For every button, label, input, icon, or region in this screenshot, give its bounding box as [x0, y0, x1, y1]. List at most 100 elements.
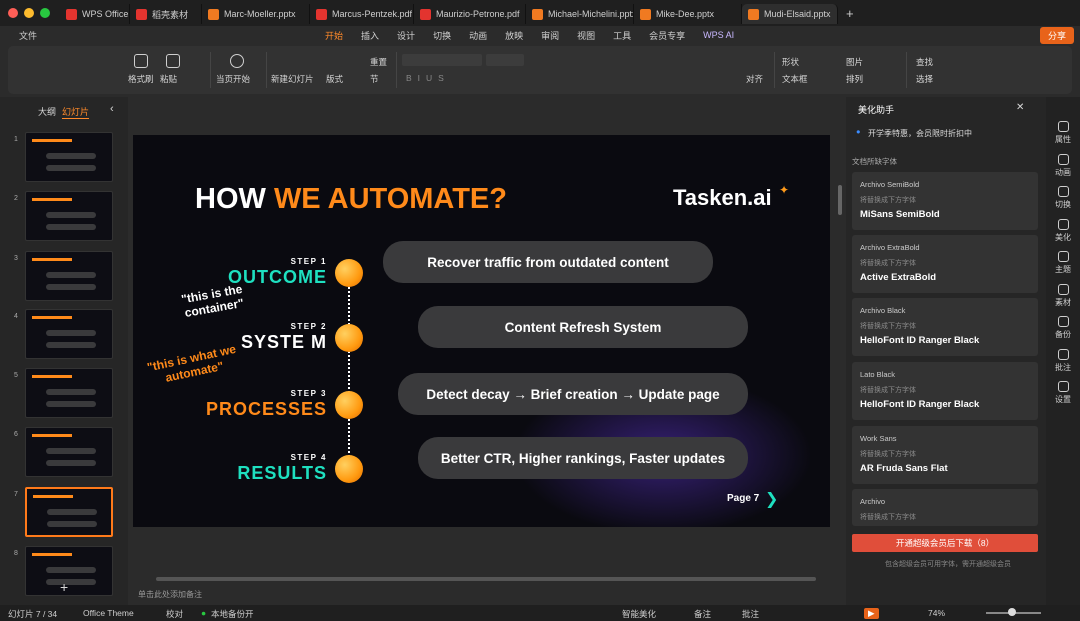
notes-button[interactable]: 备注 — [694, 608, 711, 620]
vertical-scrollbar[interactable] — [838, 185, 842, 215]
menu-item[interactable]: 视图 — [568, 29, 604, 42]
document-tab[interactable]: Michael-Michelini.pptx — [526, 4, 634, 24]
image-button[interactable]: 图片 — [846, 56, 863, 68]
wps-ai-menu[interactable]: WPS AI — [694, 30, 743, 40]
slide-number: 5 — [14, 372, 18, 379]
font-size-input[interactable] — [486, 54, 524, 66]
maximize-window-icon[interactable] — [40, 8, 50, 18]
slide-thumbnail[interactable] — [25, 251, 113, 301]
status-bar: 幻灯片 7 / 34 Office Theme 校对 ● 本地备份开 智能美化 … — [0, 605, 1080, 621]
tab-label: Mike-Dee.pptx — [656, 9, 715, 19]
menu-item[interactable]: 工具 — [604, 29, 640, 42]
font-card[interactable]: Archivo ExtraBold 将替换成下方字体 Active ExtraBol… — [852, 235, 1038, 293]
close-window-icon[interactable] — [8, 8, 18, 18]
slide-thumbnail[interactable] — [25, 309, 113, 359]
sidebar-item[interactable]: 批注 — [1046, 348, 1080, 373]
paste-button[interactable]: 粘贴 — [160, 73, 177, 85]
find-button[interactable]: 查找 — [916, 56, 933, 68]
minimize-window-icon[interactable] — [24, 8, 34, 18]
arrange-button[interactable]: 排列 — [846, 73, 863, 85]
new-slide-button[interactable]: 新建幻灯片 — [271, 73, 314, 85]
textbox-button[interactable]: 文本框 — [782, 73, 808, 85]
outline-tab[interactable]: 大纲 — [38, 105, 56, 118]
menu-item[interactable]: 会员专享 — [640, 29, 694, 42]
text-format-buttons[interactable]: BIUS — [406, 73, 450, 83]
comments-button[interactable]: 批注 — [742, 608, 759, 620]
slide-thumbnail[interactable] — [25, 546, 113, 596]
slide-thumbnail[interactable] — [25, 368, 113, 418]
font-card[interactable]: Archivo SemiBold 将替换成下方字体 MiSans SemiBold — [852, 172, 1038, 230]
menu-item[interactable]: 切换 — [424, 29, 460, 42]
section-button[interactable]: 节 — [370, 73, 379, 85]
sidebar-item[interactable]: 主题 — [1046, 251, 1080, 275]
sidebar-item[interactable]: 属性 — [1046, 121, 1080, 145]
proofing-button[interactable]: 校对 — [166, 608, 183, 620]
zoom-slider-handle[interactable] — [1008, 608, 1016, 616]
replacement-font: HelloFont ID Ranger Black — [860, 335, 980, 346]
sidebar-item[interactable]: 备份 — [1046, 316, 1080, 340]
menu-item[interactable]: 开始 — [316, 29, 352, 42]
zoom-level[interactable]: 74% — [928, 608, 945, 618]
slide-thumbnail[interactable] — [25, 191, 113, 241]
slides-tab[interactable]: 幻灯片 — [62, 105, 90, 119]
font-card[interactable]: Archivo 将替换成下方字体 — [852, 489, 1038, 526]
format-painter-icon[interactable] — [134, 54, 148, 68]
menu-item[interactable]: 审阅 — [532, 29, 568, 42]
panel-close-icon[interactable]: ✕ — [1016, 102, 1024, 113]
font-family-input[interactable] — [402, 54, 482, 66]
missing-font-name: Archivo Black — [860, 306, 906, 315]
sidebar-item[interactable]: 设置 — [1046, 381, 1080, 405]
sidebar-icon — [1057, 121, 1069, 132]
add-slide-icon[interactable]: + — [60, 579, 68, 595]
menu-item[interactable]: 插入 — [352, 29, 388, 42]
align-button[interactable]: 对齐 — [746, 73, 763, 85]
download-button[interactable]: 开通超级会员后下载（8） — [852, 534, 1038, 552]
theme-name[interactable]: Office Theme — [83, 608, 134, 618]
promo-text[interactable]: 开学季特惠，会员限时折扣中 — [868, 128, 972, 139]
slide-canvas[interactable]: HOW WE AUTOMATE? Tasken.ai ✦ STEP 1 OUTCO… — [133, 135, 830, 527]
replacement-font: AR Fruda Sans Flat — [860, 463, 948, 474]
format-painter-button[interactable]: 格式刷 — [128, 73, 154, 85]
from-current-button[interactable]: 当页开始 — [216, 73, 250, 85]
panel-title[interactable]: 美化助手 — [858, 103, 894, 116]
sidebar-item[interactable]: 美化 — [1046, 218, 1080, 243]
collapse-pane-icon[interactable]: ‹ — [110, 103, 114, 115]
slide-thumbnail[interactable] — [25, 487, 113, 537]
layout-button[interactable]: 版式 — [326, 73, 343, 85]
replace-hint: 将替换成下方字体 — [860, 451, 916, 458]
sidebar-label: 批注 — [1055, 362, 1071, 372]
document-tab[interactable]: Marc-Moeller.pptx — [202, 4, 310, 24]
play-slideshow-icon[interactable]: ▶ — [864, 608, 879, 619]
select-button[interactable]: 选择 — [916, 73, 933, 85]
sidebar-item[interactable]: 动画 — [1046, 153, 1080, 178]
menu-item[interactable]: 动画 — [460, 29, 496, 42]
menu-file[interactable]: 文件 — [10, 29, 46, 42]
missing-font-name: Archivo ExtraBold — [860, 243, 920, 252]
sidebar-item[interactable]: 切换 — [1046, 186, 1080, 210]
document-tab[interactable]: Maurizio-Petrone.pdf — [414, 4, 526, 24]
font-card[interactable]: Archivo Black 将替换成下方字体 HelloFont ID Ranger… — [852, 298, 1038, 356]
menu-item[interactable]: 放映 — [496, 29, 532, 42]
shape-button[interactable]: 形状 — [782, 56, 799, 68]
sidebar-item[interactable]: 素材 — [1046, 283, 1080, 308]
notes-input[interactable]: 单击此处添加备注 — [138, 589, 202, 600]
play-icon[interactable] — [230, 54, 244, 68]
reset-button[interactable]: 重置 — [370, 56, 387, 68]
tab-label: Mudi-Elsaid.pptx — [764, 9, 831, 19]
paste-icon[interactable] — [166, 54, 180, 68]
smart-beautify-button[interactable]: 智能美化 — [622, 608, 656, 620]
share-button[interactable]: 分享 — [1039, 27, 1074, 44]
slide-thumbnail[interactable] — [25, 132, 113, 182]
document-tab[interactable]: Mike-Dee.pptx — [634, 4, 742, 24]
document-tab[interactable]: 稻壳素材 — [130, 4, 202, 24]
menu-item[interactable]: 设计 — [388, 29, 424, 42]
font-card[interactable]: Work Sans 将替换成下方字体 AR Fruda Sans Flat — [852, 426, 1038, 484]
slide-thumbnail[interactable] — [25, 427, 113, 477]
add-tab-icon[interactable]: + — [846, 6, 854, 21]
document-tab[interactable]: WPS Office — [60, 4, 130, 24]
document-tab[interactable]: Mudi-Elsaid.pptx — [742, 4, 838, 24]
horizontal-scrollbar[interactable] — [156, 577, 816, 581]
document-tab[interactable]: Marcus-Pentzek.pdf — [310, 4, 414, 24]
font-card[interactable]: Lato Black 将替换成下方字体 HelloFont ID Ranger Bl… — [852, 362, 1038, 420]
backup-status[interactable]: 本地备份开 — [211, 608, 254, 620]
